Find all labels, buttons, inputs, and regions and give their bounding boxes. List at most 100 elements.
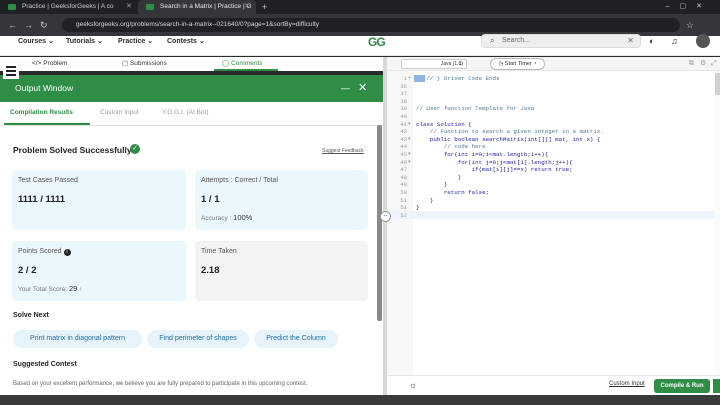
tab-title: Practice | GeeksforGeeks | A co [22,3,114,10]
nav-contests[interactable]: Contests ⌄ [167,36,205,47]
tab-submissions[interactable]: ▢ Submissions [122,57,167,71]
window-controls[interactable]: –▢✕ [666,0,712,14]
line-number: 46 [400,158,407,166]
problem-tabs: </> Problem ▢ Submissions ◯ Comments [0,57,383,71]
line-number: 39 [400,105,407,113]
code-line: // code here [416,143,486,151]
fold-toggle-icon[interactable]: ▾ [408,121,411,129]
chevron-down-icon: ⌄ [458,61,463,67]
chip-print-matrix[interactable]: Print matrix in diagonal pattern [13,330,142,348]
search-placeholder: Search... [502,37,531,44]
menu-icon[interactable] [3,63,19,79]
compile-run-button[interactable]: Compile & Run [654,379,710,393]
back-icon[interactable]: ← [8,19,17,31]
fold-toggle-icon[interactable]: + [408,75,411,83]
fullscreen-icon[interactable]: ⤢ [711,59,717,69]
url-field[interactable]: geeksforgeeks.org/problems/search-in-a-m… [62,18,680,32]
line-number: 51 [400,196,407,204]
reload-icon[interactable]: ↻ [40,19,48,31]
dark-mode-icon[interactable]: ◐ [649,36,654,47]
forward-icon[interactable]: → [24,19,33,31]
fold-toggle-icon[interactable]: ▾ [408,136,411,144]
editor-bottom-bar: ☼ Custom Input Compile & Run [387,375,720,395]
drag-handle-icon[interactable]: ⇔ [380,211,391,222]
line-number: 43 [400,135,407,143]
os-taskbar [0,395,720,405]
nav-tutorials[interactable]: Tutorials ⌄ [66,36,103,47]
accuracy-text: Accuracy : 100% [201,213,253,222]
line-number: 42 [400,128,407,136]
lightbulb-icon[interactable]: ☼ [409,379,417,391]
code-line: // } Driver Code Ends [416,75,500,82]
active-tab-underline [214,69,278,71]
clock-icon: ◔ [533,61,537,67]
clock-icon: ◷ [498,61,504,67]
close-tab-icon[interactable]: ✕ [244,0,250,14]
browser-tab-search-matrix[interactable]: Search in a Matrix | Practice | G ✕ [138,0,256,14]
attempts-card: Attempts : Correct / Total 1 / 1 Accurac… [195,170,368,230]
minimize-icon[interactable]: — [341,75,350,102]
site-header: Courses ⌄ Tutorials ⌄ Practice ⌄ Contest… [0,34,720,56]
solve-next-heading: Solve Next [13,312,49,319]
line-number: 49 [400,181,407,189]
site-search-input[interactable]: ⌕ Search... ✕ [481,34,641,48]
gfg-logo[interactable]: GG [368,36,386,48]
new-tab-icon[interactable]: + [262,0,267,14]
tab-yogi-ai-bot[interactable]: Y.O.G.I. (AI Bot) [162,102,208,124]
close-tab-icon[interactable]: ✕ [126,0,132,14]
chip-predict-column[interactable]: Predict the Column [254,330,338,348]
copy-icon[interactable]: ⧉ [689,59,694,69]
code-line: for(int i=0;i<mat.length;i++){ [416,151,549,158]
settings-icon[interactable]: ⚙ [700,59,706,69]
suggest-feedback-link[interactable]: Suggest Feedback [322,148,364,154]
card-label: Attempts : Correct / Total [201,177,278,184]
gfg-favicon-icon [146,4,154,10]
bookmark-star-icon[interactable]: ☆ [686,19,694,31]
code-line: } [416,204,420,212]
arrow-up-icon: ↑ [79,286,83,293]
address-bar: ← → ↻ geeksforgeeks.org/problems/search-… [0,14,720,36]
tab-problem[interactable]: </> Problem [32,57,67,71]
code-line: // Function to search a given integer in… [416,128,604,136]
code-line: public boolean searchMatrix(int[][] mat,… [416,135,601,143]
code-editor[interactable]: 1 + // } Driver Code Ends 36 37 38 39 // User … [387,71,720,375]
output-window-header: Output Window — ✕ [0,75,383,102]
card-value: 1 / 1 [201,194,220,205]
line-number: 47 [400,166,407,174]
fold-toggle-icon[interactable]: ▾ [408,151,411,159]
editor-scrollbar[interactable] [715,71,720,375]
chip-find-perimeter[interactable]: Find perimeter of shapes [147,330,249,348]
custom-input-link[interactable]: Custom Input [609,381,645,387]
time-taken-card: Time Taken 2.18 [195,241,368,301]
code-line: } [416,196,434,204]
line-number: 48 [400,173,407,181]
user-avatar[interactable] [696,34,710,48]
browser-tab-bar: Practice | GeeksforGeeks | A co ✕ Search… [0,0,720,14]
notification-bell-icon[interactable]: ♫ [671,36,678,47]
card-value: 2.18 [201,265,220,276]
line-number: 51 [400,204,407,212]
language-select[interactable]: Java (1.8) ⌄ [401,59,467,69]
submit-button[interactable] [713,379,720,393]
test-cases-card: Test Cases Passed 1111 / 1111 [12,170,186,230]
tab-custom-input[interactable]: Custom Input [100,102,139,124]
line-number: 37 [400,90,407,98]
active-tab-underline [4,123,90,125]
suggested-contest-text: Based on your excellent performance, we … [13,381,308,387]
output-tabs: Compilation Results Custom Input Y.O.G.I… [0,102,383,126]
close-icon[interactable]: ✕ [358,75,367,102]
line-number: 45 [400,151,407,158]
card-label: Test Cases Passed [18,177,78,184]
output-scrollbar[interactable] [377,125,382,321]
fold-toggle-icon[interactable]: ▾ [408,159,411,167]
card-value: 2 / 2 [18,265,37,276]
nav-practice[interactable]: Practice ⌄ [118,36,153,47]
clear-search-icon[interactable]: ✕ [627,35,634,47]
start-timer-button[interactable]: ◷ Start Timer ◔ [490,58,545,70]
browser-tab-practice[interactable]: Practice | GeeksforGeeks | A co ✕ [0,0,138,14]
line-number: 50 [400,189,407,196]
nav-courses[interactable]: Courses ⌄ [18,36,54,47]
search-icon: ⌕ [490,36,495,45]
code-line: class Solution { [416,120,472,128]
tab-compilation-results[interactable]: Compilation Results [10,102,73,124]
